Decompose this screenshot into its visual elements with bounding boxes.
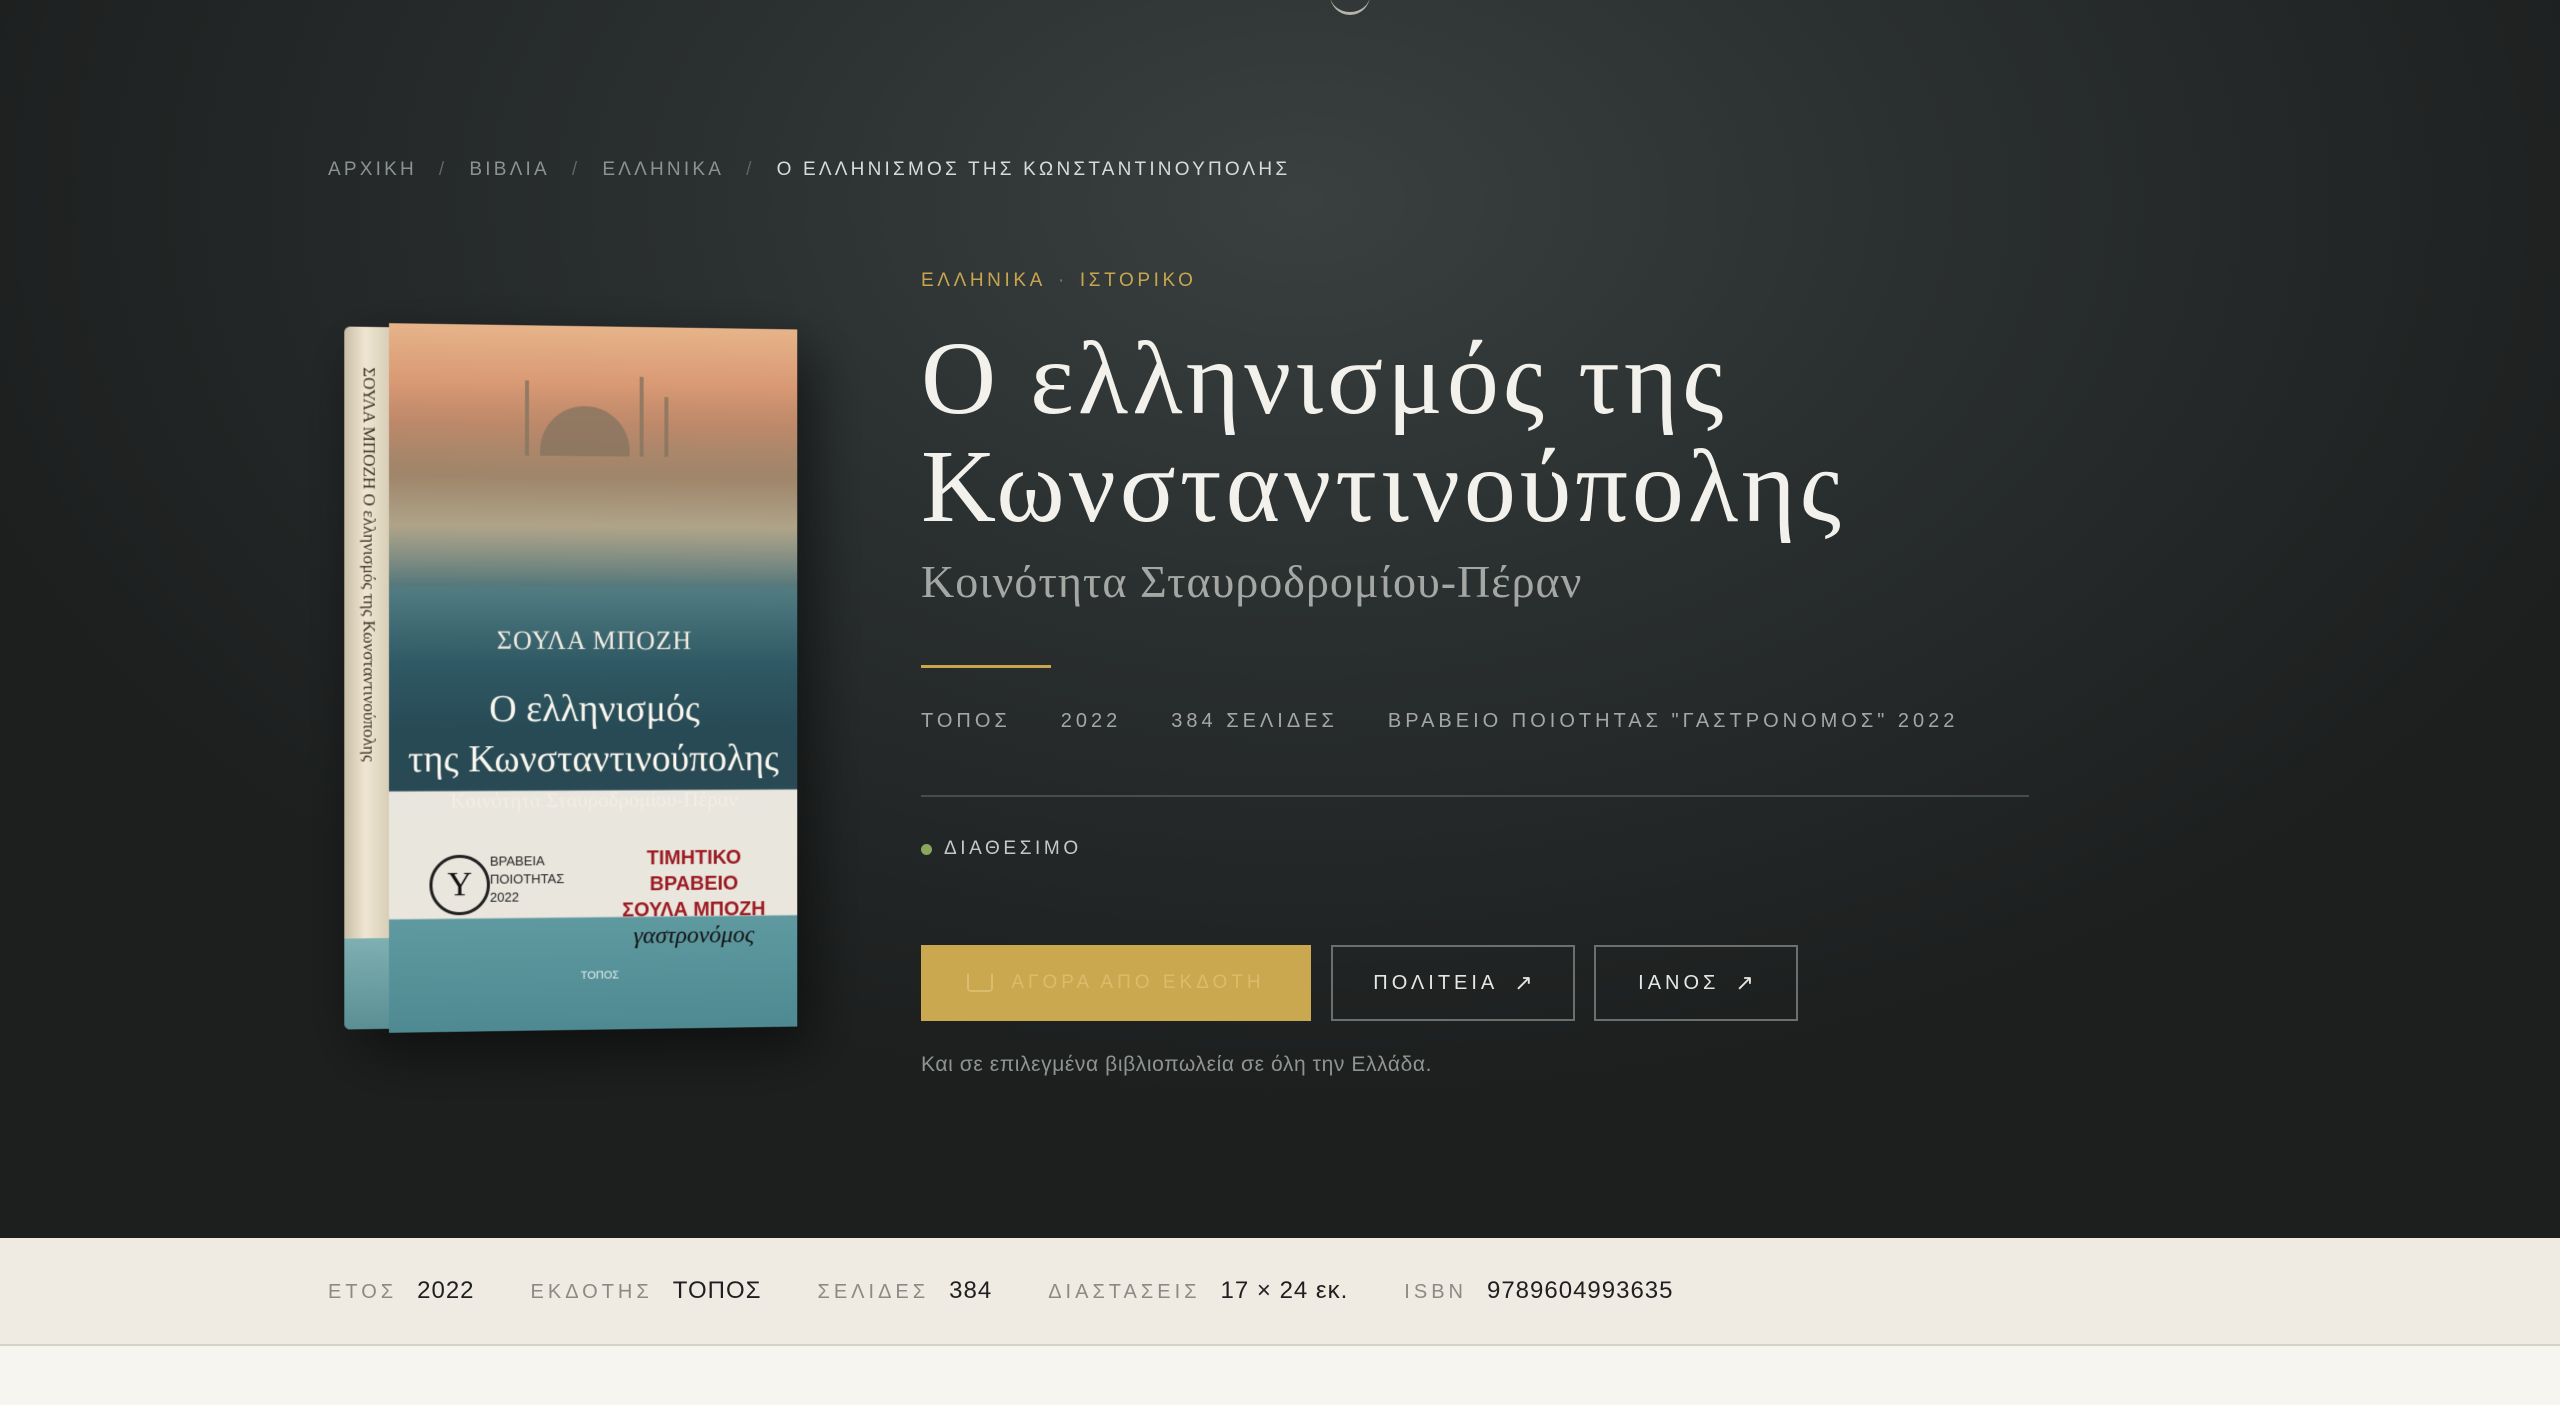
cover-subtitle: Κοινότητα Σταυροδρομίου-Πέραν [450,787,738,813]
spine-text: ΣΟΥΛΑ ΜΠΟΖΗ Ο ελληνισμός της Κωνσταντινο… [359,367,379,762]
book-front-cover: ΣΟΥΛΑ ΜΠΟΖΗ Ο ελληνισμός της Κωνσταντινο… [388,323,798,1033]
breadcrumb-separator: / [746,159,755,180]
site-logo[interactable] [1330,0,1370,15]
breadcrumb-current: Ο ΕΛΛΗΝΙΣΜΟΣ ΤΗΣ ΚΩΝΣΤΑΝΤΙΝΟΥΠΟΛΗΣ [776,159,1291,180]
book-cover-image: ΣΟΥΛΑ ΜΠΟΖΗ Ο ελληνισμός της Κωνσταντινο… [344,322,798,1033]
cover-award-label: ΒΡΑΒΕΙΑ ΠΟΙΟΤΗΤΑΣ 2022 [489,853,565,905]
cover-publisher-logo: ΤΟΠΟΣ [580,969,619,982]
spec-pages: ΣΕΛΙΔΕΣ 384 [817,1277,993,1304]
spec-year: ΕΤΟΣ 2022 [328,1277,475,1304]
politeia-store-button[interactable]: ΠΟΛΙΤΕΙΑ ↗ [1331,945,1575,1021]
meta-award: ΒΡΑΒΕΙΟ ΠΟΙΟΤΗΤΑΣ "ΓΑΣΤΡΟΝΟΜΟΣ" 2022 [1387,710,1959,732]
meta-publisher: ΤΟΠΟΣ [921,710,1011,732]
cover-title: Ο ελληνισμός της Κωνσταντινούπολης [407,687,779,781]
book-title: Ο ελληνισμός της Κωνσταντινούπολης [921,321,1845,544]
genre-tag[interactable]: ΕΛΛΗΝΙΚΑ [921,270,1046,291]
ianos-store-button[interactable]: ΙΑΝΟΣ ↗ [1594,945,1798,1021]
genre-tag[interactable]: ΙΣΤΟΡΙΚΟ [1080,270,1197,291]
specs-bar: ΕΤΟΣ 2022 ΕΚΔΟΤΗΣ ΤΟΠΟΣ ΣΕΛΙΔΕΣ 384 ΔΙΑΣ… [0,1238,2560,1346]
genre-separator: · [1057,270,1068,291]
book-spine: ΣΟΥΛΑ ΜΠΟΖΗ Ο ελληνισμός της Κωνσταντινο… [344,326,392,1030]
cover-author: ΣΟΥΛΑ ΜΠΟΖΗ [496,625,693,656]
buy-from-publisher-button[interactable]: ΑΓΟΡΑ ΑΠΟ ΕΚΔΟΤΗ [921,945,1311,1021]
genre-tags: ΕΛΛΗΝΙΚΑ · ΙΣΤΟΡΙΚΟ [921,270,1197,292]
availability-note: Και σε επιλεγμένα βιβλιοπωλεία σε όλη τη… [921,1053,1433,1076]
book-subtitle: Κοινότητα Σταυροδρομίου-Πέραν [921,556,1583,607]
external-link-icon: ↗ [1735,970,1754,995]
accent-divider [921,665,1051,668]
breadcrumb-home[interactable]: ΑΡΧΙΚΗ [328,159,417,181]
status-label: ΔΙΑΘΕΣΙΜΟ [944,838,1082,859]
breadcrumb-separator: / [438,159,448,180]
spec-isbn: ISBN 9789604993635 [1404,1277,1674,1304]
meta-pages: 384 ΣΕΛΙΔΕΣ [1171,710,1338,732]
status-dot-icon [921,843,932,855]
award-seal-icon: Υ [429,854,490,916]
cover-award-text: ΤΙΜΗΤΙΚΟ ΒΡΑΒΕΙΟ ΣΟΥΛΑ ΜΠΟΖΗ γαστρονόμος [622,846,766,950]
breadcrumb-greek[interactable]: ΕΛΛΗΝΙΚΑ [602,159,724,181]
availability-status: ΔΙΑΘΕΣΙΜΟ [921,838,1082,860]
book-meta: ΤΟΠΟΣ 2022 384 ΣΕΛΙΔΕΣ ΒΡΑΒΕΙΟ ΠΟΙΟΤΗΤΑΣ… [921,710,1958,733]
breadcrumb: ΑΡΧΙΚΗ / ΒΙΒΛΙΑ / ΕΛΛΗΝΙΚΑ / Ο ΕΛΛΗΝΙΣΜΟ… [328,155,1290,185]
cart-icon [967,974,994,992]
spec-publisher: ΕΚΔΟΤΗΣ ΤΟΠΟΣ [530,1277,762,1304]
hero-section: ΑΡΧΙΚΗ / ΒΙΒΛΙΑ / ΕΛΛΗΝΙΚΑ / Ο ΕΛΛΗΝΙΣΜΟ… [0,0,2560,1238]
meta-year: 2022 [1060,710,1122,732]
external-link-icon: ↗ [1514,970,1533,995]
breadcrumb-separator: / [571,159,581,180]
section-divider [921,795,2029,797]
breadcrumb-books[interactable]: ΒΙΒΛΙΑ [469,159,549,181]
spec-dimensions: ΔΙΑΣΤΑΣΕΙΣ 17 × 24 εκ. [1048,1277,1349,1304]
